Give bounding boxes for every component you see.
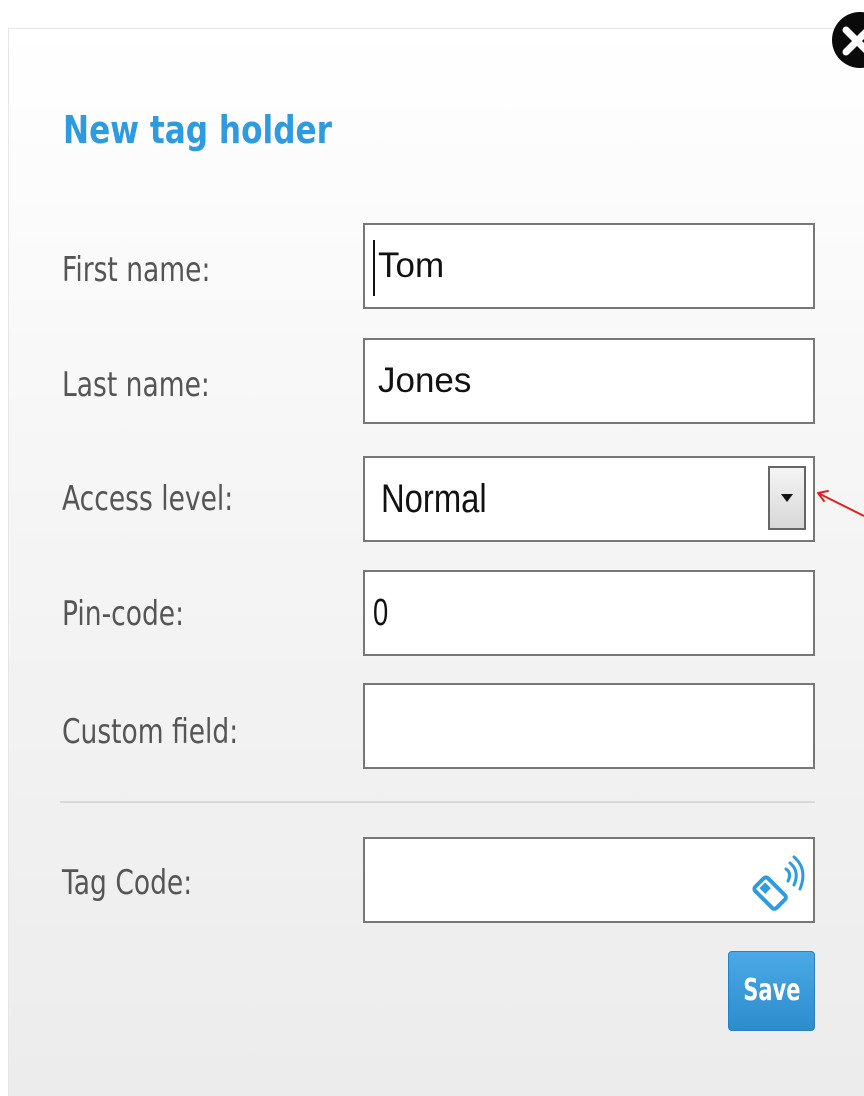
save-button-label: Save (742, 973, 801, 1008)
pin-code-label: Pin-code: (62, 594, 185, 634)
section-divider (60, 801, 815, 803)
pin-code-value: 0 (373, 592, 389, 634)
last-name-value: Jones (378, 361, 472, 400)
tag-code-label: Tag Code: (62, 863, 193, 903)
custom-field-input[interactable] (363, 683, 815, 769)
custom-field-label: Custom field: (62, 712, 239, 752)
annotation-arrow-icon (817, 490, 864, 517)
save-button[interactable]: Save (728, 951, 815, 1031)
first-name-value: Tom (378, 246, 445, 285)
last-name-field[interactable]: Jones (363, 338, 815, 424)
access-level-dropdown-button[interactable] (768, 466, 806, 530)
access-level-label: Access level: (62, 479, 234, 519)
dropdown-arrow-icon (781, 494, 793, 502)
dialog-title: New tag holder (63, 108, 332, 152)
access-level-select[interactable]: Normal (363, 456, 815, 542)
tag-code-field[interactable] (363, 837, 815, 923)
first-name-field[interactable]: Tom (363, 223, 815, 309)
text-caret (373, 240, 375, 296)
first-name-label: First name: (62, 250, 211, 290)
tag-scan-icon[interactable] (748, 839, 812, 921)
close-x-icon (842, 26, 864, 56)
new-tag-holder-dialog (8, 28, 864, 1096)
access-level-value: Normal (381, 477, 487, 521)
last-name-label: Last name: (62, 365, 210, 405)
pin-code-field[interactable]: 0 (363, 570, 815, 656)
